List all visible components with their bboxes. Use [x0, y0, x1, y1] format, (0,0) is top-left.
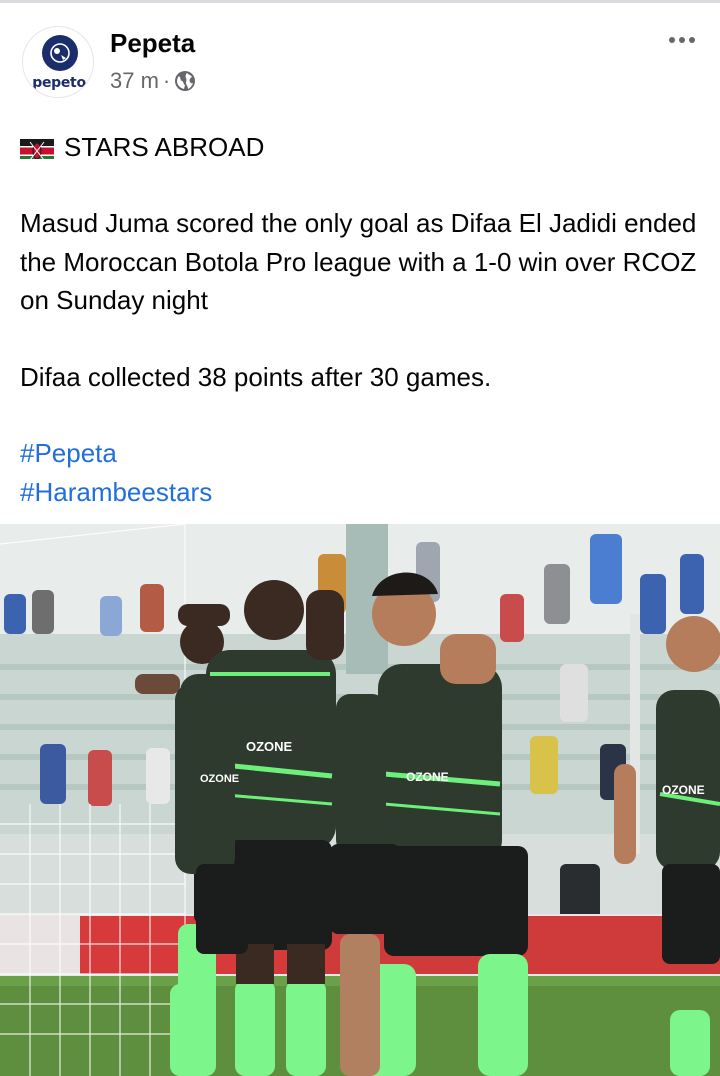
jersey-sponsor-far-right: OZONE — [662, 783, 705, 797]
page-name[interactable]: Pepeta — [110, 28, 195, 59]
meta-separator: · — [162, 68, 171, 93]
hashtag-list: #Pepeta #Harambeestars — [20, 434, 700, 511]
jersey-sponsor-center: OZONE — [246, 739, 293, 754]
hashtag-pepeta[interactable]: #Pepeta — [20, 434, 700, 473]
more-options-button[interactable] — [662, 28, 702, 52]
post-meta: 37 m · — [110, 68, 196, 94]
post-header: pepeto Pepeta 37 m · — [18, 24, 702, 104]
jersey-sponsor-left: OZONE — [200, 773, 239, 785]
jersey-sponsor-right: OZONE — [406, 770, 449, 784]
football-celebration-image: OZONE OZONE OZONE OZONE — [0, 524, 720, 1076]
post-headline: STARS ABROAD — [20, 128, 700, 166]
top-divider — [0, 0, 720, 3]
post-timestamp[interactable]: 37 m — [110, 68, 159, 94]
post-paragraph-2: Difaa collected 38 points after 30 games… — [20, 361, 492, 392]
headline-text: STARS ABROAD — [64, 131, 265, 162]
more-options-dot — [679, 37, 685, 43]
post-photo[interactable]: OZONE OZONE OZONE OZONE — [0, 524, 720, 1076]
globe-icon — [174, 70, 196, 92]
post-text: STARS ABROAD Masud Juma scored the only … — [20, 128, 700, 511]
more-options-icon — [669, 37, 675, 43]
page-avatar[interactable]: pepeto — [22, 26, 94, 98]
hashtag-harambeestars[interactable]: #Harambeestars — [20, 473, 700, 512]
logo-ball-icon — [42, 35, 78, 71]
more-options-dot — [689, 37, 695, 43]
kenya-flag-icon — [20, 135, 54, 159]
post-paragraph-1: Masud Juma scored the only goal as Difaa… — [20, 208, 697, 315]
logo-wordmark: pepeto — [32, 75, 86, 91]
